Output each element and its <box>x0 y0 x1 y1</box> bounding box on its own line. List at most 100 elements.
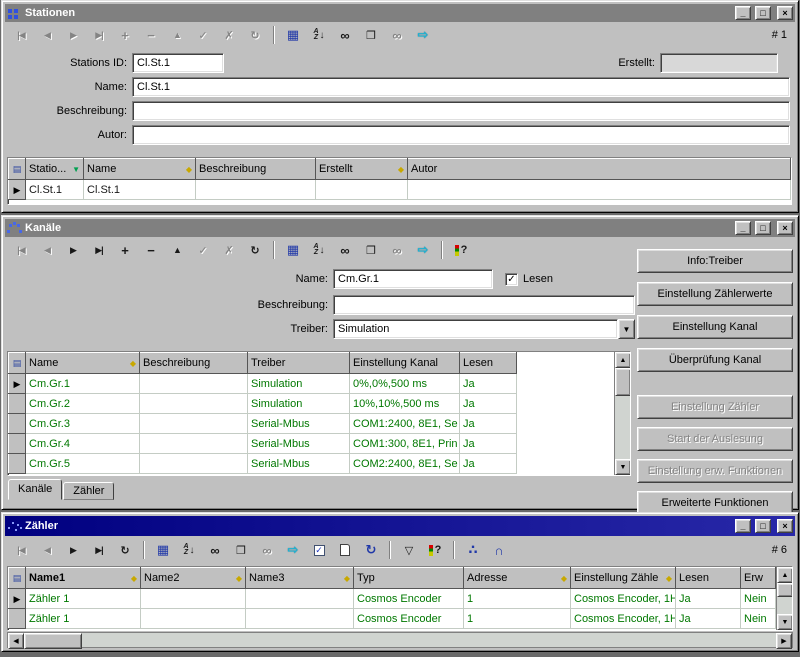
cell[interactable]: Cosmos Encoder <box>354 609 464 629</box>
maximize-button[interactable]: □ <box>755 6 771 20</box>
cell[interactable]: Cosmos Encoder, 1H <box>571 589 676 609</box>
scroll-right-button[interactable]: ▶ <box>776 633 792 649</box>
cell[interactable]: Cm.Gr.4 <box>26 434 140 454</box>
cell[interactable]: 1 <box>464 589 571 609</box>
row-selector[interactable] <box>9 434 26 454</box>
row-selector[interactable]: ▶ <box>9 374 26 394</box>
first-record-button[interactable]: |◀ <box>9 540 33 560</box>
cell[interactable] <box>141 609 246 629</box>
find-next-button[interactable]: ∞ <box>255 540 279 560</box>
close-button[interactable]: × <box>777 221 793 235</box>
prev-record-button[interactable]: ◀ <box>35 240 59 260</box>
treiber-input[interactable] <box>333 319 618 339</box>
cell[interactable] <box>246 589 354 609</box>
table-row[interactable]: Cm.Gr.5 Serial-Mbus COM2:2400, 8E1, Se J… <box>9 454 614 474</box>
table-row[interactable]: ▶ Zähler 1 Cosmos Encoder 1 Cosmos Encod… <box>9 589 776 609</box>
cell[interactable]: Cm.Gr.2 <box>26 394 140 414</box>
column-header-erw[interactable]: Erw <box>741 568 776 589</box>
cell[interactable]: Ja <box>460 394 517 414</box>
cell[interactable] <box>408 180 791 200</box>
minimize-button[interactable]: _ <box>735 519 751 533</box>
scroll-down-button[interactable]: ▼ <box>777 614 793 630</box>
column-header-lesen[interactable]: Lesen <box>676 568 741 589</box>
next-record-button[interactable]: ▶ <box>61 25 85 45</box>
cell[interactable] <box>140 454 248 474</box>
find-next-button[interactable]: ∞ <box>385 240 409 260</box>
cell[interactable]: Zähler 1 <box>26 609 141 629</box>
next-record-button[interactable]: ▶ <box>61 540 85 560</box>
prev-record-button[interactable]: ◀ <box>35 25 59 45</box>
column-header-beschreibung[interactable]: Beschreibung <box>196 159 316 180</box>
stations-id-input[interactable] <box>132 53 224 73</box>
last-record-button[interactable]: ▶| <box>87 540 111 560</box>
sort-az-button[interactable]: AZ↓ <box>307 25 331 45</box>
copy-record-button[interactable]: ❐ <box>359 25 383 45</box>
scrollbar-track[interactable] <box>82 633 776 647</box>
table-row[interactable]: ▶ Cl.St.1 Cl.St.1 <box>9 180 791 200</box>
cell[interactable]: Serial-Mbus <box>248 454 350 474</box>
name-input[interactable] <box>333 269 493 289</box>
start-der-auslesung-button[interactable]: Start der Auslesung <box>637 427 793 451</box>
grid-view-button[interactable]: ▦ <box>281 240 305 260</box>
cell[interactable]: Zähler 1 <box>26 589 141 609</box>
einstellung-zaehlerwerte-button[interactable]: Einstellung Zählerwerte <box>637 282 793 306</box>
column-header-autor[interactable]: Autor <box>408 159 791 180</box>
scrollbar-thumb[interactable] <box>777 583 793 597</box>
row-selector[interactable] <box>9 609 26 629</box>
sort-az-button[interactable]: AZ↓ <box>307 240 331 260</box>
cell[interactable]: Cl.St.1 <box>84 180 196 200</box>
table-row[interactable]: Cm.Gr.4 Serial-Mbus COM1:300, 8E1, Prin … <box>9 434 614 454</box>
cell[interactable] <box>140 434 248 454</box>
insert-record-button[interactable]: + <box>113 25 137 45</box>
horizontal-scrollbar[interactable]: ◀ ▶ <box>7 632 793 648</box>
cell[interactable]: Cm.Gr.1 <box>26 374 140 394</box>
vertical-scrollbar[interactable]: ▲ ▼ <box>776 567 792 630</box>
export-arrow-button[interactable]: ⇨ <box>281 540 305 560</box>
row-selector[interactable] <box>9 394 26 414</box>
find-binoculars-button[interactable]: ∞ <box>333 240 357 260</box>
vertical-scrollbar[interactable]: ▲ ▼ <box>614 352 630 475</box>
cell[interactable]: 0%,0%,500 ms <box>350 374 460 394</box>
autor-input[interactable] <box>132 125 790 145</box>
selector-header[interactable]: ▤ <box>9 159 26 180</box>
cancel-record-button[interactable]: ✗ <box>217 240 241 260</box>
tab-kanaele[interactable]: Kanäle <box>8 479 62 500</box>
column-header-einstellung-zaehler[interactable]: Einstellung Zähle◆ <box>571 568 676 589</box>
export-arrow-button[interactable]: ⇨ <box>411 240 435 260</box>
refresh-record-button[interactable]: ↻ <box>113 540 137 560</box>
cell[interactable]: COM1:2400, 8E1, Se <box>350 414 460 434</box>
cell[interactable]: Ja <box>460 374 517 394</box>
cell[interactable]: Serial-Mbus <box>248 434 350 454</box>
cell[interactable]: Cm.Gr.3 <box>26 414 140 434</box>
table-row[interactable]: Cm.Gr.2 Simulation 10%,10%,500 ms Ja <box>9 394 614 414</box>
copy-record-button[interactable]: ❐ <box>359 240 383 260</box>
cell[interactable]: COM1:300, 8E1, Prin <box>350 434 460 454</box>
delete-record-button[interactable]: − <box>139 25 163 45</box>
cancel-record-button[interactable]: ✗ <box>217 25 241 45</box>
ueberpruefung-kanal-button[interactable]: Überprüfung Kanal <box>637 348 793 372</box>
grid-view-button[interactable]: ▦ <box>281 25 305 45</box>
sort-az-button[interactable]: AZ↓ <box>177 540 201 560</box>
row-selector[interactable] <box>9 454 26 474</box>
info-treiber-button[interactable]: Info:Treiber <box>637 249 793 273</box>
cell[interactable]: Nein <box>741 609 776 629</box>
column-header-name[interactable]: Name◆ <box>26 353 140 374</box>
titlebar-zaehler[interactable]: Zähler _ □ × <box>5 516 795 536</box>
column-header-lesen[interactable]: Lesen <box>460 353 517 374</box>
selector-header[interactable]: ▤ <box>9 353 26 374</box>
cell[interactable] <box>140 394 248 414</box>
titlebar-kanaele[interactable]: Kanäle _ □ × <box>5 219 795 237</box>
find-next-button[interactable]: ∞ <box>385 25 409 45</box>
cell[interactable]: Ja <box>460 434 517 454</box>
scroll-down-button[interactable]: ▼ <box>615 459 631 475</box>
scrollbar-track[interactable] <box>615 396 630 459</box>
column-header-beschreibung[interactable]: Beschreibung <box>140 353 248 374</box>
selector-header[interactable]: ▤ <box>9 568 26 589</box>
post-record-button[interactable]: ✓ <box>191 25 215 45</box>
goto-stationen-button[interactable]: ∴ <box>461 540 485 560</box>
table-row[interactable]: Zähler 1 Cosmos Encoder 1 Cosmos Encoder… <box>9 609 776 629</box>
filter-funnel-button[interactable]: ▽ <box>397 540 421 560</box>
column-header-name3[interactable]: Name3◆ <box>246 568 354 589</box>
cell[interactable]: Ja <box>460 454 517 474</box>
cell[interactable] <box>141 589 246 609</box>
